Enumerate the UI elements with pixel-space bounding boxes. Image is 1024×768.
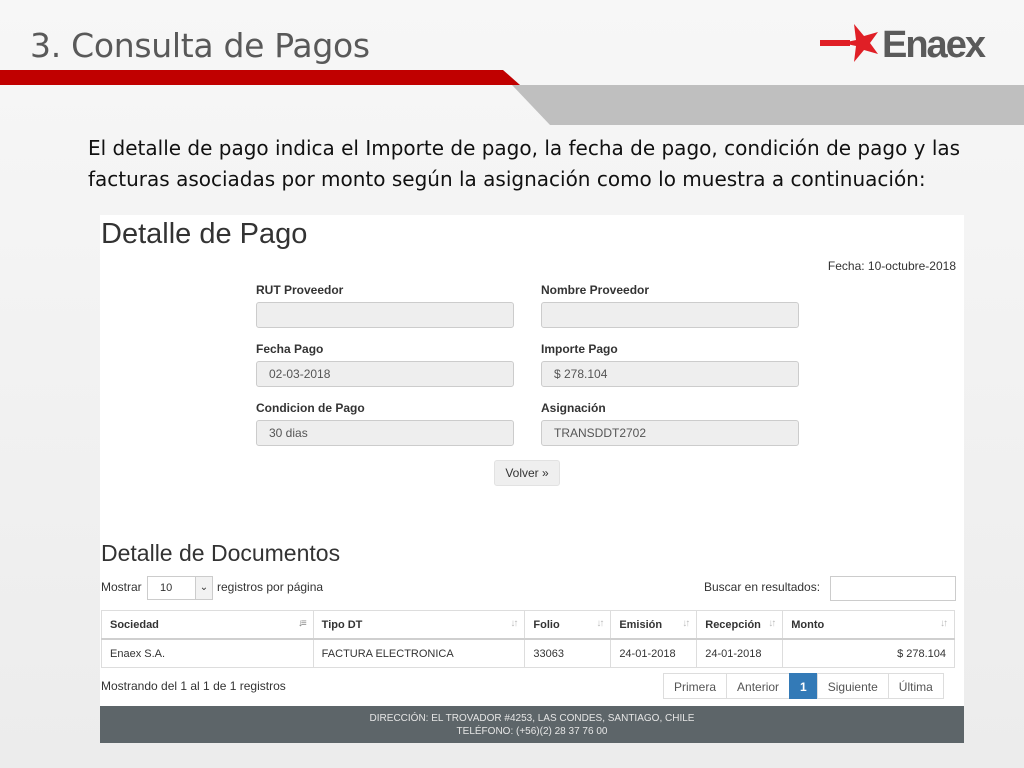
fecha-pago-field[interactable]: 02-03-2018: [256, 361, 514, 387]
buscar-label: Buscar en resultados:: [704, 580, 821, 594]
col-sociedad[interactable]: Sociedad ↓≡: [101, 610, 314, 640]
importe-pago-field[interactable]: $ 278.104: [541, 361, 799, 387]
nombre-label: Nombre Proveedor: [541, 283, 650, 297]
rut-field[interactable]: [256, 302, 514, 328]
cell-sociedad: Enaex S.A.: [101, 638, 314, 668]
results-summary: Mostrando del 1 al 1 de 1 registros: [101, 679, 286, 693]
pagination: Primera Anterior 1 Siguiente Última: [663, 673, 944, 699]
pager-next-button[interactable]: Siguiente: [816, 673, 889, 699]
fecha-pago-label: Fecha Pago: [256, 342, 324, 356]
slide-title: 3. Consulta de Pagos: [30, 26, 370, 65]
footer-phone: TELÉFONO: (+56)(2) 28 37 76 00: [456, 726, 608, 737]
svg-text:Enaex: Enaex: [882, 24, 986, 64]
importe-pago-label: Importe Pago: [541, 342, 618, 356]
registros-label: registros por página: [217, 580, 324, 594]
asignacion-field[interactable]: TRANSDDT2702: [541, 420, 799, 446]
sort-icon: ↓↑: [940, 618, 948, 629]
cell-recepcion: 24-01-2018: [696, 638, 784, 668]
col-header-label: Sociedad: [110, 618, 159, 631]
col-header-label: Recepción: [705, 618, 761, 631]
col-recepcion[interactable]: Recepción ↓↑: [696, 610, 784, 640]
col-header-label: Tipo DT: [321, 618, 363, 631]
col-monto[interactable]: Monto ↓↑: [782, 610, 955, 640]
documents-table: Sociedad ↓≡ Tipo DT ↓↑ Folio ↓↑ Emisión ↓↑ R…: [101, 610, 955, 668]
sort-icon: ↓↑: [682, 618, 690, 629]
nombre-field[interactable]: [541, 302, 799, 328]
sort-asc-icon: ↓≡: [297, 618, 307, 629]
page-size-select[interactable]: 10 ⌄: [147, 576, 213, 600]
condicion-label: Condicion de Pago: [256, 401, 365, 415]
sort-icon: ↓↑: [510, 618, 518, 629]
header-red-bar: [0, 70, 520, 85]
sort-icon: ↓↑: [596, 618, 604, 629]
col-header-label: Emisión: [619, 618, 663, 631]
intro-text: El detalle de pago indica el Importe de …: [88, 136, 961, 191]
current-date: Fecha: 10-octubre-2018: [827, 259, 956, 273]
cell-monto: $ 278.104: [782, 638, 955, 668]
search-input[interactable]: [830, 576, 956, 601]
mostrar-label: Mostrar: [101, 580, 142, 594]
app-footer: DIRECCIÓN: EL TROVADOR #4253, LAS CONDES…: [100, 706, 964, 743]
pager-first-button[interactable]: Primera: [663, 673, 728, 699]
detalle-pago-heading: Detalle de Pago: [101, 218, 308, 250]
col-emision[interactable]: Emisión ↓↑: [610, 610, 698, 640]
pager-last-button[interactable]: Última: [887, 673, 944, 699]
col-tipo-dt[interactable]: Tipo DT ↓↑: [312, 610, 526, 640]
cell-tipo-dt: FACTURA ELECTRONICA: [312, 638, 526, 668]
page-size-value: 10: [160, 582, 173, 594]
app-screenshot: Detalle de Pago Fecha: 10-octubre-2018 R…: [100, 215, 964, 743]
table-row: Enaex S.A. FACTURA ELECTRONICA 33063 24-…: [101, 638, 955, 668]
footer-address: DIRECCIÓN: EL TROVADOR #4253, LAS CONDES…: [369, 713, 695, 724]
volver-button[interactable]: Volver »: [494, 460, 560, 486]
table-header-row: Sociedad ↓≡ Tipo DT ↓↑ Folio ↓↑ Emisión ↓↑ R…: [101, 610, 955, 640]
chevron-down-icon: ⌄: [195, 577, 212, 599]
header-gray-bar: [512, 85, 1024, 125]
detalle-documentos-heading: Detalle de Documentos: [101, 540, 341, 566]
pager-prev-button[interactable]: Anterior: [726, 673, 791, 699]
sort-icon: ↓↑: [768, 618, 776, 629]
col-folio[interactable]: Folio ↓↑: [524, 610, 612, 640]
col-header-label: Folio: [533, 618, 560, 631]
condicion-field[interactable]: 30 dias: [256, 420, 514, 446]
pager-page-1-button[interactable]: 1: [789, 673, 818, 699]
enaex-logo: Enaex: [820, 24, 988, 64]
cell-folio: 33063: [524, 638, 612, 668]
col-header-label: Monto: [791, 618, 825, 631]
asignacion-label: Asignación: [541, 401, 606, 415]
rut-label: RUT Proveedor: [256, 283, 344, 297]
cell-emision: 24-01-2018: [610, 638, 698, 668]
